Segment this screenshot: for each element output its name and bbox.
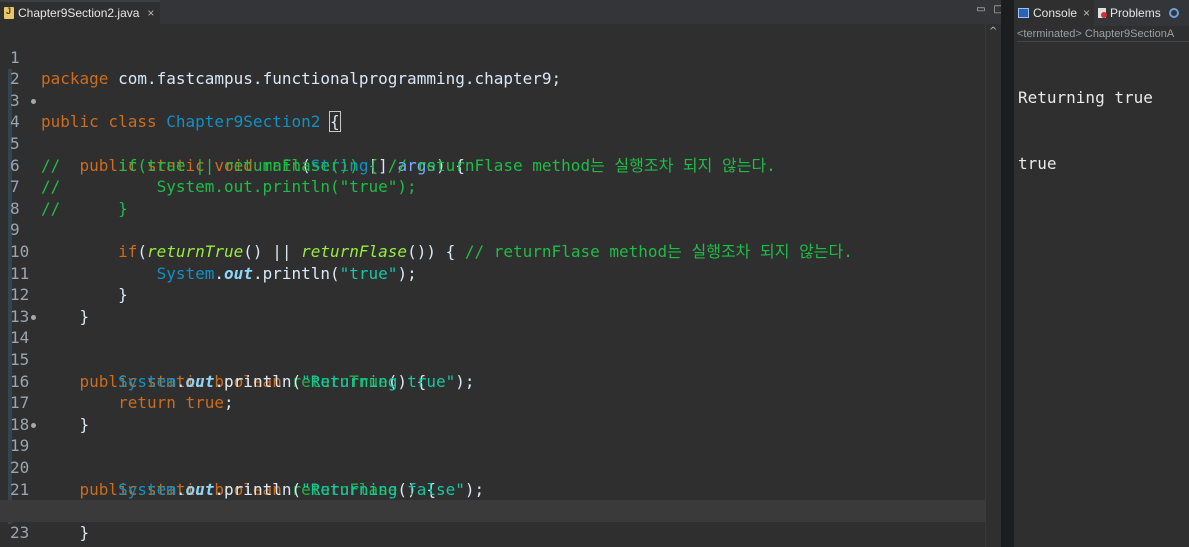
console-output-line: true	[1018, 154, 1057, 173]
code-line: 19 public static boolean returnFlase() {	[0, 414, 985, 499]
code-line: 1 package com.fastcampus.functionalprogr…	[0, 25, 985, 89]
code-line: 15 System.out.println("Returning true");	[0, 327, 985, 391]
fold-marker-icon[interactable]	[31, 314, 36, 320]
minimize-icon[interactable]: ▭	[976, 4, 985, 15]
current-code-line: 23 }	[0, 500, 985, 547]
line-number: 23	[10, 522, 30, 542]
code-line: 20 System.out.println("Returning false")…	[0, 435, 985, 499]
scroll-up-icon[interactable]: ^	[989, 26, 997, 37]
fold-marker-icon[interactable]	[31, 98, 36, 104]
fold-marker-icon[interactable]	[31, 422, 36, 428]
console-output[interactable]: Returning true true	[1018, 43, 1153, 219]
code-line: 5 // if(true || returnFlase()) { // retu…	[0, 111, 985, 175]
code-line: 7 // }	[0, 155, 985, 218]
editor-tab-chapter9section2[interactable]: Chapter9Section2.java ×	[0, 0, 161, 24]
console-icon	[1018, 8, 1029, 18]
code-line: 17 }	[0, 371, 985, 434]
panel-divider[interactable]	[1001, 0, 1014, 547]
more-views-icon	[1168, 8, 1179, 18]
code-line: 14 public static boolean returnTrue() {	[0, 306, 985, 391]
code-line: 12 }	[0, 263, 985, 326]
code-line: 18	[0, 392, 985, 434]
code-line: 21 return false;	[0, 457, 985, 521]
tab-console[interactable]: Console ×	[1014, 0, 1095, 26]
tab-console-label: Console	[1033, 6, 1078, 20]
ide-window: Chapter9Section2.java × ▭ □ 1 package co…	[0, 0, 1189, 547]
console-output-line: Returning true	[1018, 88, 1153, 107]
code-line: 10 System.out.println("true");	[0, 219, 985, 283]
code-line: 8	[0, 176, 985, 218]
code-line: 13	[0, 284, 985, 326]
editor-window-controls: ▭ □	[976, 4, 1003, 15]
code-line: 4 public static void main(String[] args)…	[0, 90, 985, 175]
code-line: 9 if(returnTrue() || returnFlase()) { //…	[0, 198, 985, 261]
editor-tab-label: Chapter9Section2.java	[18, 6, 140, 20]
vertical-scrollbar[interactable]: ^	[985, 24, 1002, 547]
code-line: 22 }	[0, 479, 985, 542]
problems-icon	[1098, 8, 1108, 18]
tab-overflow[interactable]	[1165, 0, 1183, 26]
code-line: 6 // System.out.println("true");	[0, 133, 985, 197]
java-file-icon	[4, 6, 14, 19]
tab-problems[interactable]: Problems	[1094, 0, 1165, 26]
close-icon[interactable]: ×	[147, 6, 154, 20]
console-tab-bar: Console × Problems	[1014, 0, 1189, 26]
console-panel: Console × Problems <terminated> Chapter9…	[1014, 0, 1189, 547]
code-line: 16 return true;	[0, 349, 985, 413]
code-line: 2	[0, 47, 985, 88]
code-editor[interactable]: 1 package com.fastcampus.functionalprogr…	[0, 24, 985, 547]
code-line: 11 }	[0, 241, 985, 305]
editor-panel: Chapter9Section2.java × ▭ □ 1 package co…	[0, 0, 1007, 547]
tab-problems-label: Problems	[1110, 6, 1161, 20]
close-icon[interactable]: ×	[1083, 6, 1090, 20]
console-status: <terminated> Chapter9SectionA	[1017, 27, 1189, 42]
editor-tab-bar: Chapter9Section2.java × ▭ □	[0, 0, 1007, 25]
code-line: 3 public class Chapter9Section2 {	[0, 68, 985, 133]
